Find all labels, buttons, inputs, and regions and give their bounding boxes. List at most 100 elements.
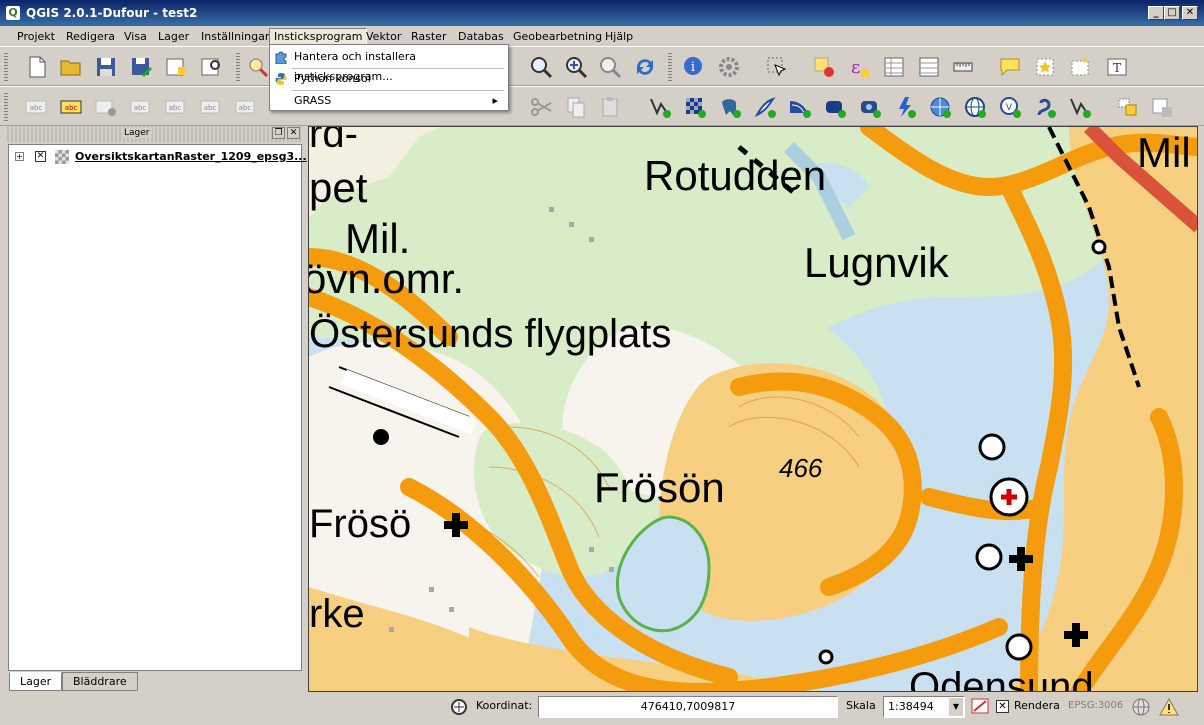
menu-databas[interactable]: Databas (453, 28, 509, 45)
add-oracle-icon[interactable] (823, 95, 847, 119)
menu-item-python-console[interactable]: Python konsol (270, 69, 508, 89)
add-wms-icon[interactable] (928, 95, 952, 119)
new-bookmark-icon[interactable] (1033, 55, 1057, 79)
identify-icon[interactable]: i (682, 55, 706, 79)
add-wcs-icon[interactable] (963, 95, 987, 119)
menu-vektor[interactable]: Vektor (361, 28, 406, 45)
toolbar-grip[interactable] (4, 93, 8, 121)
node-tool-icon[interactable] (648, 95, 672, 119)
menu-lager[interactable]: Lager (153, 28, 194, 45)
add-postgis-icon[interactable] (718, 95, 742, 119)
menu-installningar[interactable]: Inställningar (196, 28, 274, 45)
toggle-coordinate-icon[interactable] (448, 696, 470, 718)
show-hide-label-icon[interactable]: abc (129, 95, 153, 119)
layer-group-icon[interactable] (1116, 95, 1140, 119)
expand-icon[interactable]: + (15, 152, 24, 161)
tab-lager[interactable]: Lager (9, 672, 63, 691)
layer-name[interactable]: OversiktskartanRaster_1209_epsg3... (75, 150, 307, 163)
map-label-rke: rke (309, 592, 365, 636)
menu-redigera[interactable]: Redigera (61, 28, 120, 45)
topographic-map: Mil Rotudden Lugnvik Mil. övn.omr. Öster… (309, 127, 1197, 692)
title-bar: Q QGIS 2.0.1-Dufour - test2 _ □ ✕ (0, 0, 1204, 26)
label-digitize-toolbar: abc abc abc abc abc abc V (0, 86, 1204, 126)
zoom-full-icon[interactable] (564, 55, 588, 79)
layer-visibility-checkbox[interactable]: ✕ (35, 151, 46, 162)
float-panel-button[interactable]: ❐ (272, 127, 285, 139)
statistics-icon[interactable] (917, 55, 941, 79)
menu-insticksprogram[interactable]: Insticksprogram (269, 28, 368, 45)
highlight-label-icon[interactable]: abc (59, 95, 83, 119)
chevron-down-icon[interactable]: ▼ (949, 698, 963, 716)
toolbar-grip[interactable] (668, 53, 672, 81)
attribute-table-icon[interactable] (882, 55, 906, 79)
field-calculator-icon[interactable]: ε (847, 55, 871, 79)
map-label-mil: Mil (1137, 129, 1191, 176)
menu-hjalp[interactable]: Hjälp (600, 28, 638, 45)
crs-status[interactable]: EPSG:3006 (1068, 696, 1123, 718)
change-label-icon[interactable]: abc (234, 95, 258, 119)
measure-line-icon[interactable] (952, 55, 976, 79)
menu-item-manage-plugins[interactable]: Hantera och installera insticksprogram..… (270, 47, 508, 83)
composer-manager-icon[interactable] (199, 55, 223, 79)
add-delimited-text-icon[interactable] (893, 95, 917, 119)
toolbar-grip[interactable] (236, 53, 240, 81)
coordinate-field[interactable]: 476410,7009817 (538, 696, 838, 718)
projection-globe-icon[interactable] (1130, 696, 1152, 718)
open-project-icon[interactable] (59, 55, 83, 79)
label-tool-icon[interactable]: abc (24, 95, 48, 119)
menu-raster[interactable]: Raster (406, 28, 451, 45)
menu-item-grass[interactable]: GRASS ▸ (270, 91, 508, 111)
text-annotation-icon[interactable]: T (1106, 55, 1130, 79)
new-spatialite-layer-icon[interactable] (1068, 95, 1092, 119)
add-raster-icon[interactable] (683, 95, 707, 119)
layers-tree[interactable]: + ✕ OversiktskartanRaster_1209_epsg3... (8, 144, 307, 671)
copy-features-icon[interactable] (564, 95, 588, 119)
save-project-icon[interactable] (94, 55, 118, 79)
show-bookmarks-icon[interactable] (1068, 55, 1092, 79)
maximize-button[interactable]: □ (1164, 6, 1180, 20)
toolbar-grip[interactable] (4, 53, 8, 81)
save-as-icon[interactable] (129, 55, 153, 79)
zoom-last-icon[interactable] (598, 55, 622, 79)
minimize-button[interactable]: _ (1148, 6, 1164, 20)
add-db2-icon[interactable] (858, 95, 882, 119)
scale-combobox[interactable]: 1:38494 ▼ (883, 696, 965, 718)
tab-bladdrare[interactable]: Bläddrare (62, 672, 138, 691)
cut-features-icon[interactable] (529, 95, 553, 119)
new-project-icon[interactable] (25, 55, 49, 79)
map-label-pet: pet (309, 164, 368, 211)
add-spatialite-icon[interactable] (753, 95, 777, 119)
rotate-label-icon[interactable]: abc (199, 95, 223, 119)
add-wfs-icon[interactable]: V (998, 95, 1022, 119)
move-label-icon[interactable]: abc (164, 95, 188, 119)
map-label-flygplats: Östersunds flygplats (309, 312, 671, 356)
remove-layer-icon[interactable] (1150, 95, 1174, 119)
svg-text:abc: abc (239, 104, 252, 112)
pin-label-icon[interactable] (94, 95, 118, 119)
map-tips-icon[interactable] (998, 55, 1022, 79)
deselect-icon[interactable] (812, 55, 836, 79)
new-print-composer-icon[interactable] (164, 55, 188, 79)
map-label-ovn-omr: övn.omr. (309, 255, 464, 302)
menu-projekt[interactable]: Projekt (12, 28, 60, 45)
close-panel-button[interactable]: ✕ (287, 127, 300, 139)
render-checkbox[interactable]: ✕ (996, 700, 1009, 713)
menu-geobearbetning[interactable]: Geobearbetning (508, 28, 607, 45)
select-features-icon[interactable] (765, 55, 789, 79)
close-button[interactable]: ✕ (1182, 6, 1198, 20)
zoom-out-icon[interactable] (529, 55, 553, 79)
render-stop-icon[interactable] (970, 696, 990, 718)
refresh-icon[interactable] (633, 55, 657, 79)
menu-visa[interactable]: Visa (119, 28, 152, 45)
layers-panel-header[interactable]: Lager ❐ ✕ (7, 126, 303, 142)
map-label-odensund: Odensund (909, 665, 1094, 692)
layer-row[interactable]: + ✕ OversiktskartanRaster_1209_epsg3... (13, 149, 307, 165)
pan-map-icon[interactable] (246, 55, 270, 79)
add-mssql-icon[interactable] (788, 95, 812, 119)
paste-features-icon[interactable] (598, 95, 622, 119)
svg-text:T: T (1113, 61, 1121, 75)
map-canvas[interactable]: Mil Rotudden Lugnvik Mil. övn.omr. Öster… (308, 126, 1198, 692)
warning-icon[interactable] (1158, 696, 1180, 718)
run-feature-action-icon[interactable] (717, 55, 741, 79)
new-shapefile-icon[interactable] (1033, 95, 1057, 119)
